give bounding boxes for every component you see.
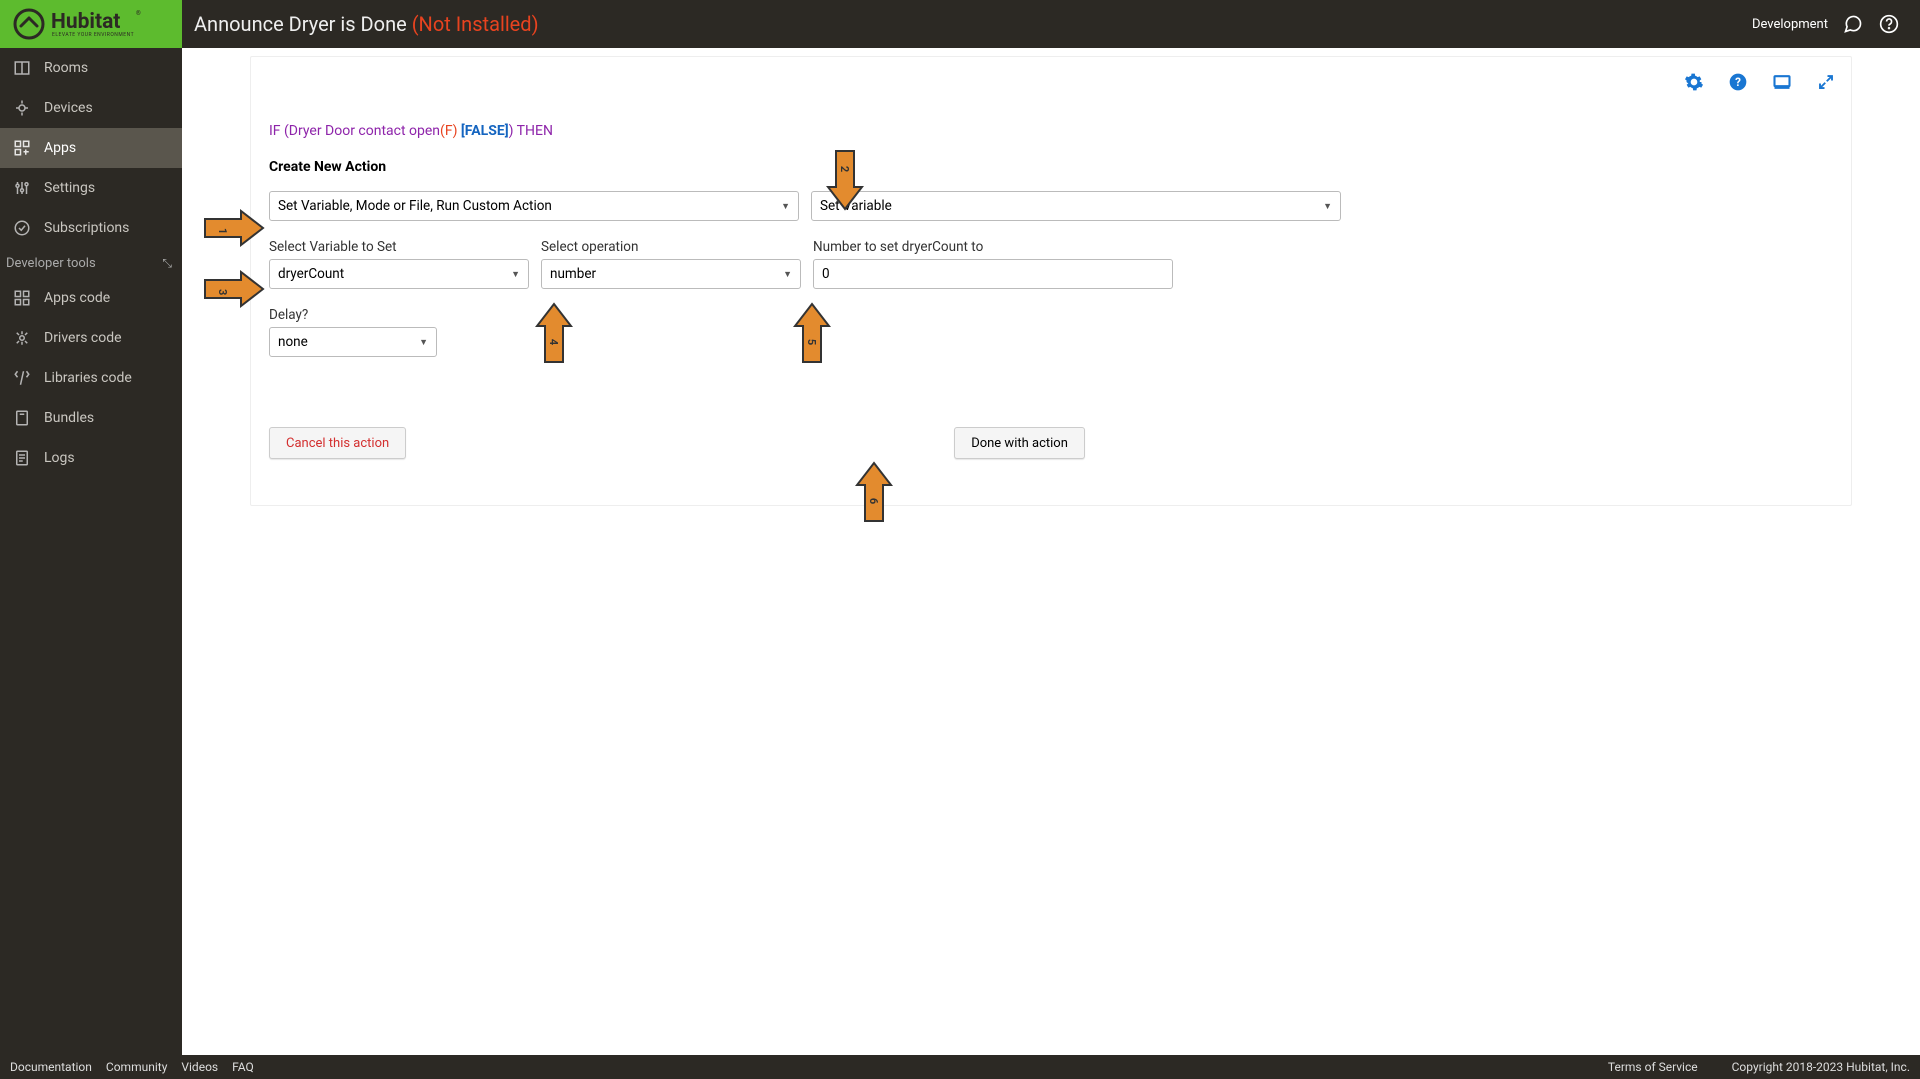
sidebar-item-label: Devices [44,100,93,116]
delay-label: Delay? [269,307,437,323]
rooms-icon [12,58,32,78]
env-label: Development [1752,17,1828,32]
cancel-button[interactable]: Cancel this action [269,427,406,459]
sidebar-item-label: Drivers code [44,330,122,346]
svg-text:?: ? [1735,75,1741,89]
sidebar-item-libraries-code[interactable]: Libraries code [0,358,182,398]
devices-icon [12,98,32,118]
footer-link-videos[interactable]: Videos [181,1060,218,1074]
sidebar-item-label: Logs [44,450,75,466]
footer-link-documentation[interactable]: Documentation [10,1060,92,1074]
drivers-code-icon [12,328,32,348]
app-header: Hubitat ELEVATE YOUR ENVIRONMENT ® Annou… [0,0,1920,48]
apps-code-icon [12,288,32,308]
chat-icon[interactable] [1842,13,1864,35]
sidebar-item-logs[interactable]: Logs [0,438,182,478]
sidebar-item-devices[interactable]: Devices [0,88,182,128]
collapse-icon[interactable]: ⤡ [162,256,172,271]
sidebar-item-label: Libraries code [44,370,132,386]
variable-label: Select Variable to Set [269,239,529,255]
sidebar-item-label: Rooms [44,60,88,76]
logs-icon [12,448,32,468]
expand-icon[interactable] [1815,71,1837,93]
sub-action-select[interactable]: Set Variable [811,191,1341,221]
monitor-icon[interactable] [1771,71,1793,93]
delay-select[interactable]: none [269,327,437,357]
operation-select[interactable]: number [541,259,801,289]
main-content: ? IF (Dryer Door contact open(F) [FALSE]… [182,48,1920,1055]
apps-icon [12,138,32,158]
sidebar-item-settings[interactable]: Settings [0,168,182,208]
sidebar-item-drivers-code[interactable]: Drivers code [0,318,182,358]
footer: Documentation Community Videos FAQ Terms… [0,1055,1920,1079]
action-type-select[interactable]: Set Variable, Mode or File, Run Custom A… [269,191,799,221]
operation-label: Select operation [541,239,801,255]
variable-select[interactable]: dryerCount [269,259,529,289]
sidebar-item-label: Bundles [44,410,94,426]
section-title: Create New Action [269,159,1833,175]
svg-text:ELEVATE YOUR ENVIRONMENT: ELEVATE YOUR ENVIRONMENT [52,32,134,38]
svg-text:Hubitat: Hubitat [51,10,120,34]
logo[interactable]: Hubitat ELEVATE YOUR ENVIRONMENT ® [0,0,182,48]
sidebar-item-rooms[interactable]: Rooms [0,48,182,88]
help-icon[interactable] [1878,13,1900,35]
action-card: ? IF (Dryer Door contact open(F) [FALSE]… [250,56,1852,506]
sidebar-item-label: Apps code [44,290,110,306]
number-input[interactable] [813,259,1173,289]
rule-condition-line: IF (Dryer Door contact open(F) [FALSE]) … [269,123,1833,139]
sidebar-item-label: Subscriptions [44,220,129,236]
sidebar-item-bundles[interactable]: Bundles [0,398,182,438]
sidebar: Rooms Devices Apps Settings Subscription… [0,48,182,1079]
developer-tools-header: Developer tools ⤡ [0,248,182,278]
footer-link-tos[interactable]: Terms of Service [1608,1060,1698,1074]
gear-icon[interactable] [1683,71,1705,93]
bundles-icon [12,408,32,428]
svg-text:®: ® [136,10,141,17]
sidebar-item-apps-code[interactable]: Apps code [0,278,182,318]
subscriptions-icon [12,218,32,238]
number-label: Number to set dryerCount to [813,239,1173,255]
sidebar-item-subscriptions[interactable]: Subscriptions [0,208,182,248]
footer-link-community[interactable]: Community [106,1060,167,1074]
status-badge: (Not Installed) [412,12,539,36]
page-title: Announce Dryer is Done (Not Installed) [194,12,539,36]
done-button[interactable]: Done with action [954,427,1085,459]
sidebar-item-label: Apps [44,140,76,156]
help-icon[interactable]: ? [1727,71,1749,93]
libraries-code-icon [12,368,32,388]
sidebar-item-label: Settings [44,180,95,196]
footer-link-faq[interactable]: FAQ [232,1060,254,1074]
sidebar-item-apps[interactable]: Apps [0,128,182,168]
settings-icon [12,178,32,198]
copyright-text: Copyright 2018-2023 Hubitat, Inc. [1732,1060,1910,1074]
